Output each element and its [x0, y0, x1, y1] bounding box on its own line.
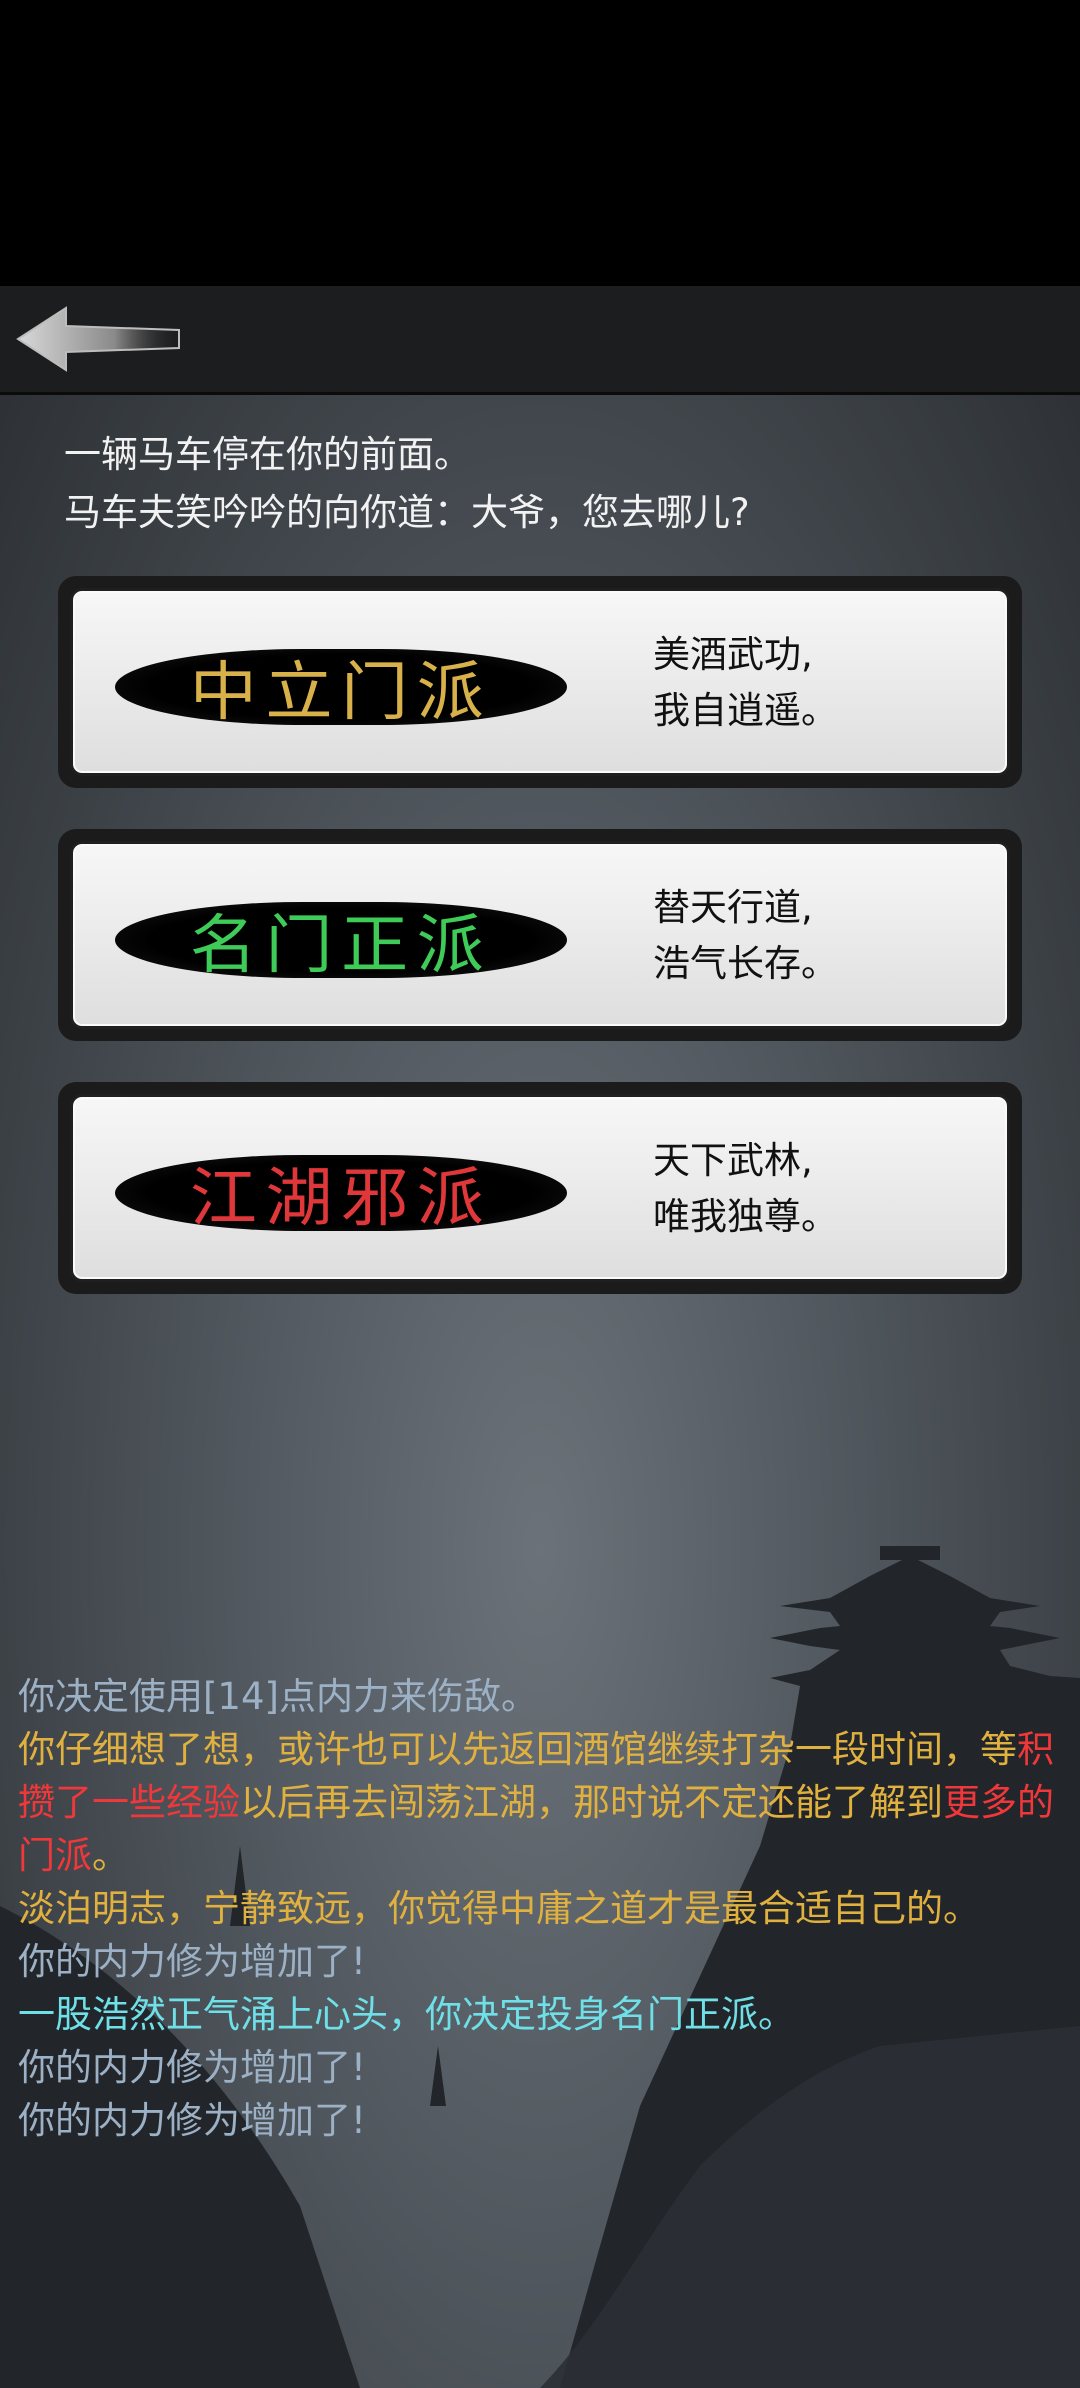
log-line: 一股浩然正气涌上心头，你决定投身名门正派。	[18, 1988, 1058, 2041]
log-segment: 。	[92, 1834, 129, 1877]
intro-line-1: 一辆马车停在你的前面。	[64, 433, 471, 476]
log-segment: 你的内力修为增加了!	[18, 2046, 366, 2089]
log-line: 你决定使用[14]点内力来伤敌。	[18, 1670, 1058, 1723]
desc-line-1: 美酒武功,	[653, 633, 813, 676]
choice-description: 美酒武功, 我自逍遥。	[653, 627, 983, 739]
ink-brush-banner: 中立门派	[115, 649, 567, 730]
log-segment: 你的内力修为增加了!	[18, 2099, 366, 2142]
log-line: 淡泊明志，宁静致远，你觉得中庸之道才是最合适自己的。	[18, 1882, 1058, 1935]
choice-card: 名门正派 替天行道, 浩气长存。	[70, 841, 1010, 1029]
desc-line-1: 天下武林,	[653, 1139, 813, 1182]
log-segment: 你的内力修为增加了!	[18, 1940, 366, 1983]
log-segment: 以后再去闯荡江湖，那时说不定还能了解到	[240, 1781, 943, 1824]
choice-label: 中立门派	[189, 656, 493, 730]
intro-text: 一辆马车停在你的前面。 马车夫笑吟吟的向你道：大爷，您去哪儿?	[64, 426, 1024, 542]
choice-card: 中立门派 美酒武功, 我自逍遥。	[70, 588, 1010, 776]
choice-label: 名门正派	[189, 909, 493, 983]
ink-brush-banner: 江湖邪派	[115, 1155, 567, 1236]
choice-righteous-sect[interactable]: 名门正派 替天行道, 浩气长存。	[58, 829, 1022, 1041]
log-segment: 你仔细想了想，或许也可以先返回酒馆继续打杂一段时间，等	[18, 1728, 1017, 1771]
choice-neutral-sect[interactable]: 中立门派 美酒武功, 我自逍遥。	[58, 576, 1022, 788]
back-arrow-icon	[16, 306, 180, 372]
log-line: 你的内力修为增加了!	[18, 2094, 1058, 2147]
choice-description: 替天行道, 浩气长存。	[653, 880, 983, 992]
choice-label: 江湖邪派	[189, 1162, 493, 1236]
top-bar	[0, 286, 1080, 395]
ink-brush-banner: 名门正派	[115, 902, 567, 983]
desc-line-1: 替天行道,	[653, 886, 813, 929]
log-line: 你仔细想了想，或许也可以先返回酒馆继续打杂一段时间，等积攒了一些经验以后再去闯荡…	[18, 1723, 1058, 1882]
choice-card: 江湖邪派 天下武林, 唯我独尊。	[70, 1094, 1010, 1282]
message-log: 你决定使用[14]点内力来伤敌。你仔细想了想，或许也可以先返回酒馆继续打杂一段时…	[18, 1670, 1058, 2147]
choice-evil-sect[interactable]: 江湖邪派 天下武林, 唯我独尊。	[58, 1082, 1022, 1294]
choice-description: 天下武林, 唯我独尊。	[653, 1133, 983, 1245]
log-line: 你的内力修为增加了!	[18, 2041, 1058, 2094]
log-segment: 你决定使用[14]点内力来伤敌。	[18, 1675, 538, 1718]
desc-line-2: 浩气长存。	[653, 942, 838, 985]
log-segment: 一股浩然正气涌上心头，你决定投身名门正派。	[18, 1993, 795, 2036]
desc-line-2: 唯我独尊。	[653, 1195, 838, 1238]
intro-line-2: 马车夫笑吟吟的向你道：大爷，您去哪儿?	[64, 491, 750, 534]
back-button[interactable]	[14, 304, 184, 374]
desc-line-2: 我自逍遥。	[653, 689, 838, 732]
game-scene: 一辆马车停在你的前面。 马车夫笑吟吟的向你道：大爷，您去哪儿? 中立门派 美酒武…	[0, 286, 1080, 2388]
log-line: 你的内力修为增加了!	[18, 1935, 1058, 1988]
log-segment: 淡泊明志，宁静致远，你觉得中庸之道才是最合适自己的。	[18, 1887, 980, 1930]
